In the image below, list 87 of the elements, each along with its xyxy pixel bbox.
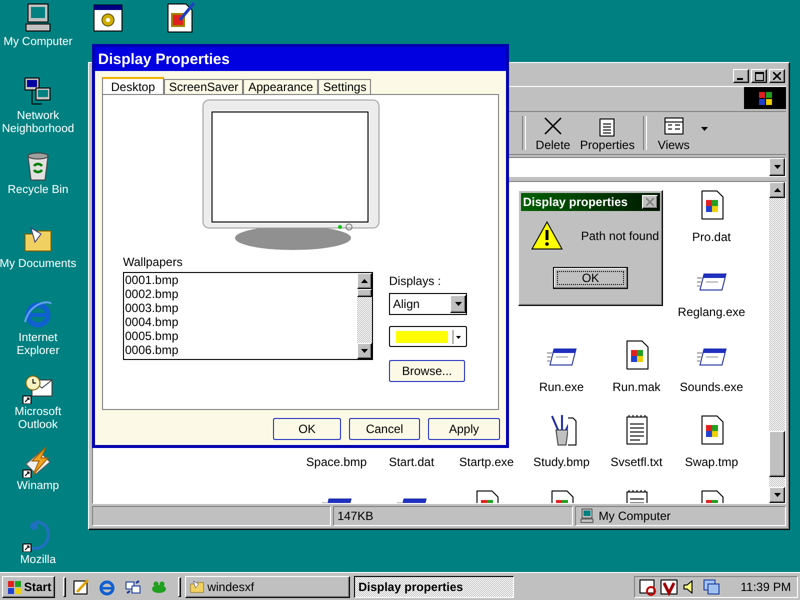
file-name[interactable]: Space.bmp — [306, 455, 367, 469]
scroll-button[interactable] — [357, 273, 372, 289]
browse-button[interactable]: Browse... — [389, 360, 465, 382]
warning-icon — [531, 221, 563, 251]
scrollbar-thumb[interactable] — [769, 431, 785, 477]
file-name[interactable]: Reglang.exe — [678, 305, 746, 319]
desktop-icon-label[interactable]: Microsoft Outlook — [0, 406, 78, 432]
scroll-button[interactable] — [357, 343, 372, 359]
list-item[interactable]: 0002.bmp — [125, 287, 357, 301]
desktop-icon-label[interactable]: Network Neighborhood — [0, 110, 78, 136]
file-name[interactable]: Run.exe — [539, 380, 584, 394]
color-select[interactable] — [389, 326, 467, 347]
windows-flag-icon — [757, 90, 773, 106]
down-arrow-icon — [361, 349, 368, 353]
desktop-icon-label[interactable]: My Documents — [0, 258, 78, 271]
list-item[interactable]: 0006.bmp — [125, 343, 357, 357]
ok-button[interactable]: OK — [553, 267, 628, 289]
scrollbar[interactable] — [769, 182, 785, 503]
delete-x-icon — [542, 114, 564, 136]
windows-flag-icon — [6, 578, 22, 594]
clock: 11:39 PM — [740, 580, 791, 594]
caret-icon — [452, 330, 462, 344]
close-icon — [773, 72, 781, 80]
list-item[interactable]: 0004.bmp — [125, 315, 357, 329]
file-name[interactable]: Run.mak — [612, 380, 661, 394]
select-value: Align — [393, 297, 420, 311]
tab[interactable]: ScreenSaver — [164, 79, 244, 94]
scrollbar[interactable] — [357, 273, 372, 359]
file-name[interactable]: Sounds.exe — [680, 380, 744, 394]
scrollbar-thumb[interactable] — [357, 289, 372, 297]
minimize-button[interactable] — [733, 69, 749, 83]
toolbar-button[interactable]: Properties — [576, 114, 639, 152]
dialog-title: Display Properties — [95, 47, 506, 71]
field-label: Wallpapers — [123, 255, 184, 269]
sync-icon[interactable] — [124, 578, 142, 596]
message-title: Display properties — [523, 195, 628, 209]
up-arrow-icon — [774, 188, 780, 192]
views-grid-icon — [662, 114, 685, 136]
dialog-button[interactable]: OK — [273, 418, 341, 440]
caret-icon[interactable] — [700, 127, 708, 131]
dialog-button[interactable]: Apply — [428, 418, 500, 440]
taskbar-task[interactable]: windesxf — [185, 576, 350, 598]
toolbar-button[interactable]: Views — [650, 114, 697, 152]
down-arrow-icon — [774, 493, 780, 497]
desktop-icon-label[interactable]: Mozilla — [0, 554, 78, 567]
batch-file-icon[interactable] — [92, 2, 124, 34]
folder-icon[interactable] — [189, 578, 206, 594]
status-text: 147KB — [337, 509, 374, 523]
scroll-button[interactable] — [769, 487, 785, 503]
field-label: Displays : — [389, 274, 442, 288]
desktop-icon-label[interactable]: Recycle Bin — [0, 184, 78, 197]
scroll-button[interactable] — [769, 182, 785, 198]
maximize-icon — [754, 72, 764, 80]
dropdown-button[interactable] — [769, 158, 785, 176]
file-name[interactable]: Start.dat — [388, 455, 434, 469]
file-name[interactable]: Startp.exe — [459, 455, 514, 469]
taskbar-task[interactable]: Display properties — [354, 576, 514, 598]
close-icon — [646, 198, 654, 206]
tab[interactable]: Settings — [318, 79, 372, 94]
desktop-icon-label[interactable]: Internet Explorer — [0, 332, 78, 358]
start-button[interactable]: Start — [2, 576, 56, 598]
file-name[interactable]: Swap.tmp — [684, 455, 738, 469]
file-name[interactable]: Study.bmp — [533, 455, 590, 469]
list-item[interactable]: 0005.bmp — [125, 329, 357, 343]
maximize-button[interactable] — [751, 69, 767, 83]
close-button[interactable] — [769, 69, 785, 83]
toolbar-button[interactable]: Delete — [530, 114, 576, 152]
pencil-note-icon[interactable] — [72, 578, 90, 596]
file-name[interactable]: Pro.dat — [692, 230, 731, 244]
close-button[interactable] — [642, 195, 658, 209]
list-item[interactable]: 0003.bmp — [125, 301, 357, 315]
network-icon[interactable] — [702, 578, 720, 596]
desktop-icon-label[interactable]: My Computer — [0, 36, 78, 49]
position-select[interactable]: Align — [389, 293, 467, 315]
dropdown-button[interactable] — [450, 295, 466, 313]
desktop-icon-label[interactable]: Winamp — [0, 480, 78, 493]
list-item[interactable]: 0001.bmp — [125, 273, 357, 287]
message-text: Path not found — [581, 229, 660, 243]
down-arrow-icon — [454, 302, 462, 306]
browser-icon[interactable] — [98, 578, 116, 596]
dialog-button[interactable]: Cancel — [349, 418, 420, 440]
down-arrow-icon — [774, 165, 780, 169]
tab[interactable]: Desktop — [102, 77, 164, 94]
tab[interactable]: Appearance — [243, 79, 318, 94]
status-text: My Computer — [598, 509, 671, 523]
up-arrow-icon — [361, 279, 368, 283]
file-name[interactable]: Svsetfl.txt — [610, 455, 662, 469]
